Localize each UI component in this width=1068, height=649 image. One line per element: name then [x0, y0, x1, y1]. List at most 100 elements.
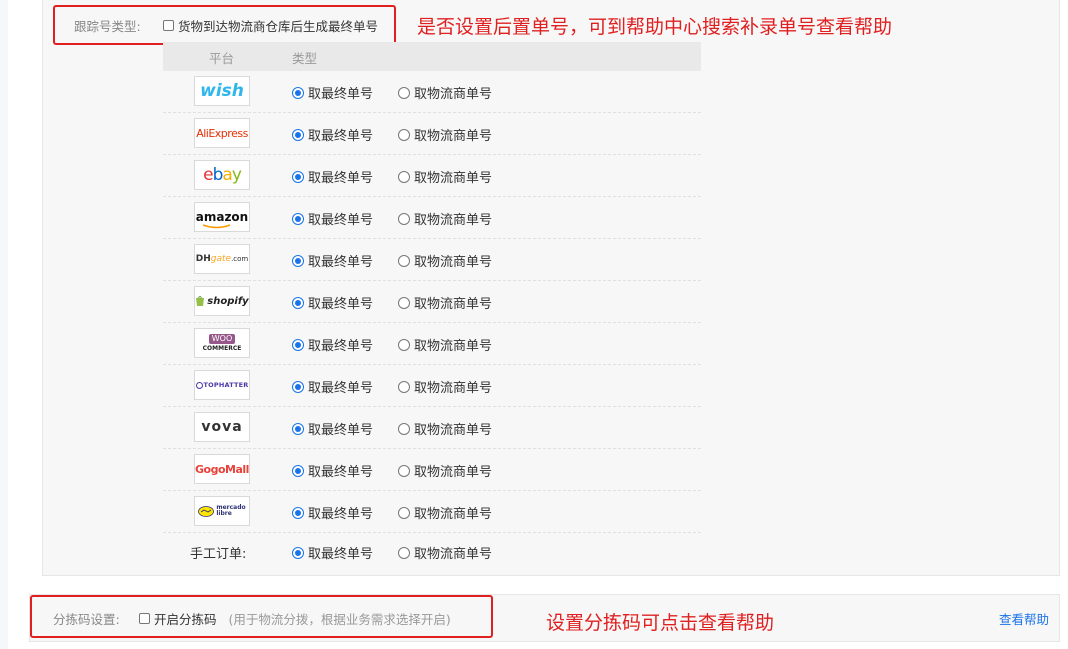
- amazon-logo-text: amazon: [196, 210, 248, 229]
- gogomall-logo-part: Gogo: [195, 462, 226, 476]
- view-help-link[interactable]: 查看帮助: [999, 609, 1049, 628]
- table-row: amazon 取最终单号 取物流商单号: [163, 197, 701, 239]
- ebay-logistics-radio[interactable]: 取物流商单号: [398, 167, 492, 186]
- aliexpress-final-radio[interactable]: 取最终单号: [292, 125, 373, 144]
- radio-dot[interactable]: [398, 86, 410, 99]
- gogomall-logo-part: Mall: [225, 462, 249, 476]
- amazon-logo: amazon: [194, 202, 250, 232]
- gogomall-final-radio[interactable]: 取最终单号: [292, 461, 373, 480]
- radio-label: 取最终单号: [308, 339, 374, 354]
- shopify-logistics-radio[interactable]: 取物流商单号: [398, 293, 492, 312]
- radio-label: 取物流商单号: [414, 547, 493, 562]
- mercadolibre-handshake-icon: [198, 505, 215, 517]
- aliexpress-logo-part: Express: [208, 126, 248, 140]
- radio-dot[interactable]: [292, 128, 304, 141]
- radio-dot[interactable]: [398, 464, 410, 477]
- dhgate-logo-part: gate: [210, 254, 232, 264]
- radio-dot[interactable]: [398, 422, 410, 435]
- amazon-final-radio[interactable]: 取最终单号: [292, 209, 373, 228]
- radio-dot[interactable]: [398, 506, 410, 519]
- ebay-logo-letter: y: [231, 165, 242, 185]
- gogomall-logistics-radio[interactable]: 取物流商单号: [398, 461, 492, 480]
- tophatter-logo: TOPHATTER: [194, 370, 250, 400]
- radio-dot[interactable]: [398, 338, 410, 351]
- wish-final-radio[interactable]: 取最终单号: [292, 83, 373, 102]
- woocommerce-final-radio[interactable]: 取最终单号: [292, 335, 373, 354]
- radio-dot[interactable]: [292, 296, 304, 309]
- dhgate-logo-part: DH: [195, 254, 211, 264]
- ebay-logo-text: ebay: [203, 165, 242, 185]
- woocommerce-logistics-radio[interactable]: 取物流商单号: [398, 335, 492, 354]
- radio-dot[interactable]: [292, 338, 304, 351]
- radio-label: 取最终单号: [308, 381, 374, 396]
- mercadolibre-logistics-radio[interactable]: 取物流商单号: [398, 503, 492, 522]
- vova-logo-text: vova: [201, 419, 243, 435]
- mercadolibre-logo-part: libre: [216, 510, 232, 517]
- radio-dot[interactable]: [292, 422, 304, 435]
- radio-label: 取最终单号: [308, 507, 374, 522]
- radio-label: 取物流商单号: [414, 87, 493, 102]
- ebay-logo-letter: b: [212, 165, 224, 185]
- dhgate-final-radio[interactable]: 取最终单号: [292, 251, 373, 270]
- shopify-bag-icon: [196, 296, 205, 306]
- radio-label: 取物流商单号: [414, 297, 493, 312]
- radio-dot[interactable]: [292, 86, 304, 99]
- radio-label: 取物流商单号: [414, 171, 493, 186]
- radio-dot[interactable]: [398, 128, 410, 141]
- tracking-annotation: 是否设置后置单号，可到帮助中心搜索补录单号查看帮助: [417, 16, 893, 38]
- manual-final-radio[interactable]: 取最终单号: [292, 543, 373, 562]
- woocommerce-logo-badge: WOO: [208, 333, 236, 344]
- radio-dot[interactable]: [292, 380, 304, 393]
- radio-dot[interactable]: [398, 296, 410, 309]
- tophatter-final-radio[interactable]: 取最终单号: [292, 377, 373, 396]
- radio-label: 取最终单号: [308, 87, 374, 102]
- amazon-logistics-radio[interactable]: 取物流商单号: [398, 209, 492, 228]
- radio-dot[interactable]: [292, 546, 304, 559]
- radio-dot[interactable]: [398, 254, 410, 267]
- radio-dot[interactable]: [398, 380, 410, 393]
- aliexpress-logistics-radio[interactable]: 取物流商单号: [398, 125, 492, 144]
- radio-dot[interactable]: [398, 546, 410, 559]
- radio-label: 取物流商单号: [414, 213, 493, 228]
- table-row: AliExpress 取最终单号 取物流商单号: [163, 113, 701, 155]
- radio-label: 取最终单号: [308, 171, 374, 186]
- left-edge: [0, 0, 8, 649]
- radio-label: 取物流商单号: [414, 507, 493, 522]
- wish-logo: wish: [194, 76, 250, 106]
- table-row: mercado libre 取最终单号 取物流商单号: [163, 491, 701, 533]
- shopify-logo-text: shopify: [207, 295, 249, 307]
- manual-orders-label: 手工订单:: [190, 547, 247, 562]
- mercadolibre-final-radio[interactable]: 取最终单号: [292, 503, 373, 522]
- sorting-highlight-box: [30, 595, 493, 638]
- platform-column-header: 平台: [209, 51, 235, 66]
- woocommerce-logo: WOO COMMERCE: [194, 328, 250, 358]
- table-row: wish 取最终单号 取物流商单号: [163, 71, 701, 113]
- radio-label: 取最终单号: [308, 129, 374, 144]
- radio-label: 取最终单号: [308, 465, 374, 480]
- radio-dot[interactable]: [398, 212, 410, 225]
- table-row: ebay 取最终单号 取物流商单号: [163, 155, 701, 197]
- wish-logistics-radio[interactable]: 取物流商单号: [398, 83, 492, 102]
- tophatter-logistics-radio[interactable]: 取物流商单号: [398, 377, 492, 396]
- radio-dot[interactable]: [398, 170, 410, 183]
- shopify-logo: shopify: [194, 286, 250, 316]
- radio-dot[interactable]: [292, 506, 304, 519]
- dhgate-logistics-radio[interactable]: 取物流商单号: [398, 251, 492, 270]
- ebay-final-radio[interactable]: 取最终单号: [292, 167, 373, 186]
- radio-dot[interactable]: [292, 254, 304, 267]
- vova-logistics-radio[interactable]: 取物流商单号: [398, 419, 492, 438]
- radio-label: 取最终单号: [308, 423, 374, 438]
- shopify-final-radio[interactable]: 取最终单号: [292, 293, 373, 312]
- manual-logistics-radio[interactable]: 取物流商单号: [398, 543, 492, 562]
- radio-dot[interactable]: [292, 170, 304, 183]
- wish-logo-text: wish: [200, 81, 244, 101]
- dhgate-logo-text: DHgate.com: [196, 254, 249, 264]
- woocommerce-logo-text: COMMERCE: [202, 344, 242, 352]
- radio-dot[interactable]: [292, 212, 304, 225]
- tophatter-logo-text: TOPHATTER: [203, 381, 249, 389]
- radio-dot[interactable]: [292, 464, 304, 477]
- amazon-smile-icon: [202, 224, 231, 229]
- vova-final-radio[interactable]: 取最终单号: [292, 419, 373, 438]
- sorting-annotation: 设置分拣码可点击查看帮助: [546, 612, 775, 634]
- radio-label: 取最终单号: [308, 255, 374, 270]
